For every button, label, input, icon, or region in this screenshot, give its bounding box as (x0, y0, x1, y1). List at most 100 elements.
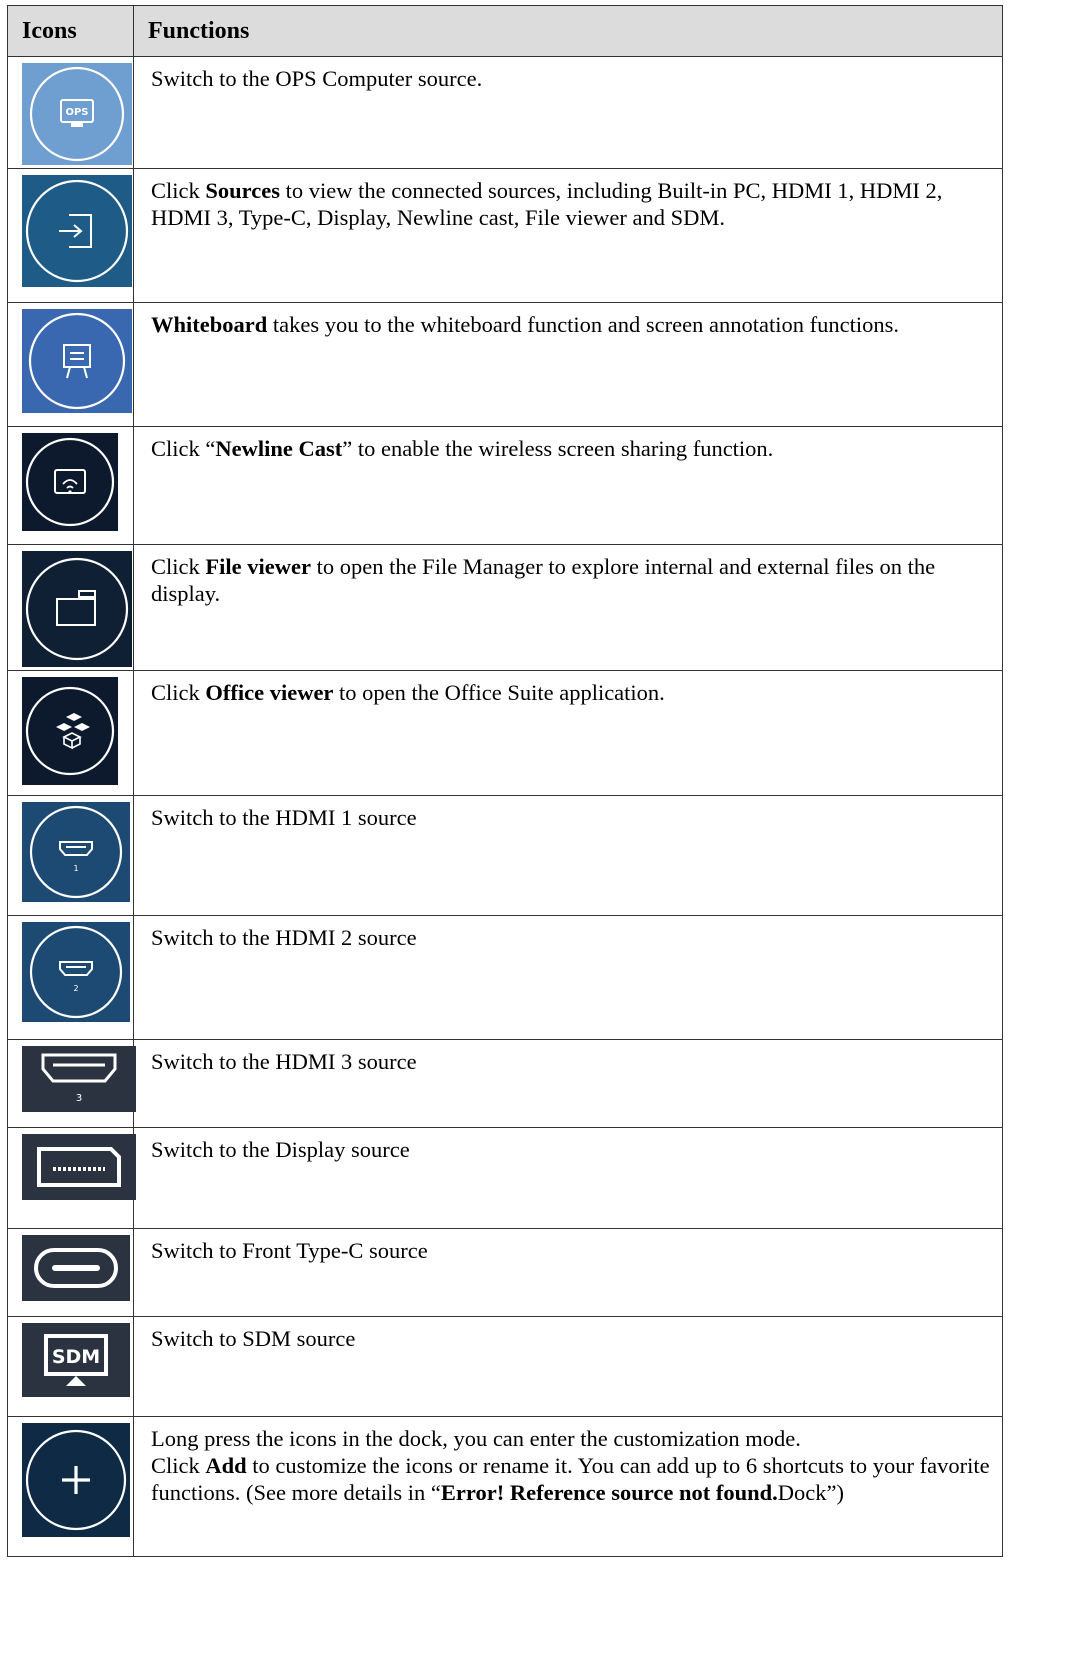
table-row: OPS Switch to the OPS Computer source. (7, 56, 1003, 169)
icon-cell (7, 544, 134, 671)
icon-cell (7, 1416, 134, 1557)
icon-cell: 2 (7, 915, 134, 1040)
type-c-port-icon (22, 1235, 130, 1301)
function-cell: Switch to the OPS Computer source. (133, 56, 1003, 169)
function-description: Switch to the HDMI 1 source (134, 796, 1002, 831)
function-text: Switch to the HDMI 2 source (151, 925, 417, 950)
table-row: Click “Newline Cast” to enable the wirel… (7, 426, 1003, 545)
function-keyword: Whiteboard (151, 312, 268, 337)
function-text: Switch to SDM source (151, 1326, 356, 1351)
function-description: Click File viewer to open the File Manag… (134, 545, 1002, 607)
file-viewer-folder-icon (22, 551, 132, 667)
function-description: Click “Newline Cast” to enable the wirel… (134, 427, 1002, 462)
function-text: Switch to Front Type-C source (151, 1238, 428, 1263)
icons-functions-table: Icons Functions OPS Switch to the OPS Com… (7, 5, 1003, 1557)
function-cell: Switch to the Display source (133, 1127, 1003, 1229)
table-row: 1 Switch to the HDMI 1 source (7, 795, 1003, 916)
function-cell: Switch to Front Type-C source (133, 1228, 1003, 1317)
icon-cell: 1 (7, 795, 134, 916)
function-keyword: Error! Reference source not found. (440, 1480, 778, 1505)
function-text: to open the Office Suite application. (333, 680, 665, 705)
function-keyword: Sources (205, 178, 280, 203)
function-text: Dock”) (777, 1480, 844, 1505)
function-text: takes you to the whiteboard function and… (267, 312, 899, 337)
table-header-row: Icons Functions (7, 5, 1003, 57)
icon-cell: 3 (7, 1039, 136, 1128)
svg-text:1: 1 (73, 864, 78, 873)
sources-input-icon (22, 175, 132, 287)
function-text: Click (151, 554, 206, 579)
function-keyword: Add (205, 1453, 247, 1478)
function-description: Whiteboard takes you to the whiteboard f… (134, 303, 1002, 338)
function-keyword: Office viewer (205, 680, 334, 705)
function-cell: Whiteboard takes you to the whiteboard f… (133, 302, 1003, 427)
table-row: Long press the icons in the dock, you ca… (7, 1416, 1003, 1557)
function-text: Long press the icons in the dock, you ca… (151, 1426, 801, 1451)
function-cell: Switch to the HDMI 2 source (133, 915, 1003, 1040)
function-description: Switch to the HDMI 2 source (134, 916, 1002, 951)
function-description: Click Office viewer to open the Office S… (134, 671, 1002, 706)
displayport-icon (22, 1134, 136, 1200)
function-text: Click (151, 178, 206, 203)
sdm-monitor-icon: SDM (22, 1323, 130, 1397)
function-description: Switch to the Display source (134, 1128, 1002, 1163)
function-cell: Click Office viewer to open the Office S… (133, 670, 1003, 796)
function-description: Switch to the HDMI 3 source (134, 1040, 1002, 1075)
function-text: Switch to the OPS Computer source. (151, 66, 483, 91)
function-text: Switch to the HDMI 3 source (151, 1049, 417, 1074)
function-cell: Switch to the HDMI 1 source (133, 795, 1003, 916)
function-text: Click (151, 1453, 206, 1478)
icon-cell (7, 302, 134, 427)
newline-cast-icon (22, 433, 118, 531)
function-text: Switch to the HDMI 1 source (151, 805, 417, 830)
table-row: 3 Switch to the HDMI 3 source (7, 1039, 1003, 1128)
table-row: Switch to Front Type-C source (7, 1228, 1003, 1317)
icon-cell (7, 670, 134, 796)
function-description: Long press the icons in the dock, you ca… (134, 1417, 1002, 1506)
icon-cell (7, 1127, 136, 1229)
function-text: Click (151, 680, 206, 705)
function-cell: Long press the icons in the dock, you ca… (133, 1416, 1003, 1557)
function-description: Switch to Front Type-C source (134, 1229, 1002, 1264)
function-description: Click Sources to view the connected sour… (134, 169, 1002, 231)
header-icons-label: Icons (22, 17, 77, 44)
function-cell: Click Sources to view the connected sour… (133, 168, 1003, 303)
table-row: Click Sources to view the connected sour… (7, 168, 1003, 303)
icon-cell: SDM (7, 1316, 134, 1417)
whiteboard-easel-icon (22, 309, 132, 413)
icon-cell (7, 1228, 134, 1317)
svg-text:2: 2 (73, 984, 78, 993)
icon-cell: OPS (7, 56, 134, 169)
function-text: Click “ (151, 436, 216, 461)
table-row: 2 Switch to the HDMI 2 source (7, 915, 1003, 1040)
hdmi-1-icon: 1 (22, 802, 130, 902)
header-cell-functions: Functions (133, 5, 1003, 57)
ops-monitor-icon: OPS (22, 63, 132, 165)
table-row: Switch to the Display source (7, 1127, 1003, 1229)
function-description: Switch to SDM source (134, 1317, 1002, 1352)
svg-text:3: 3 (76, 1093, 82, 1104)
add-plus-icon (22, 1423, 130, 1537)
function-description: Switch to the OPS Computer source. (134, 57, 1002, 92)
table-row: SDM Switch to SDM source (7, 1316, 1003, 1417)
icon-cell (7, 168, 134, 303)
table-row: Click File viewer to open the File Manag… (7, 544, 1003, 671)
function-cell: Click “Newline Cast” to enable the wirel… (133, 426, 1003, 545)
table-row: Whiteboard takes you to the whiteboard f… (7, 302, 1003, 427)
svg-text:OPS: OPS (65, 107, 88, 118)
hdmi-3-icon: 3 (22, 1046, 136, 1112)
function-text: Switch to the Display source (151, 1137, 410, 1162)
hdmi-2-icon: 2 (22, 922, 130, 1022)
icon-cell (7, 426, 134, 545)
function-cell: Switch to SDM source (133, 1316, 1003, 1417)
header-functions-label: Functions (148, 17, 250, 44)
header-cell-icons: Icons (7, 5, 134, 57)
function-text: ” to enable the wireless screen sharing … (342, 436, 774, 461)
table-row: Click Office viewer to open the Office S… (7, 670, 1003, 796)
function-cell: Click File viewer to open the File Manag… (133, 544, 1003, 671)
function-keyword: File viewer (205, 554, 311, 579)
svg-text:SDM: SDM (52, 1346, 100, 1368)
office-viewer-cubes-icon (22, 677, 118, 785)
function-cell: Switch to the HDMI 3 source (133, 1039, 1003, 1128)
function-keyword: Newline Cast (215, 436, 343, 461)
